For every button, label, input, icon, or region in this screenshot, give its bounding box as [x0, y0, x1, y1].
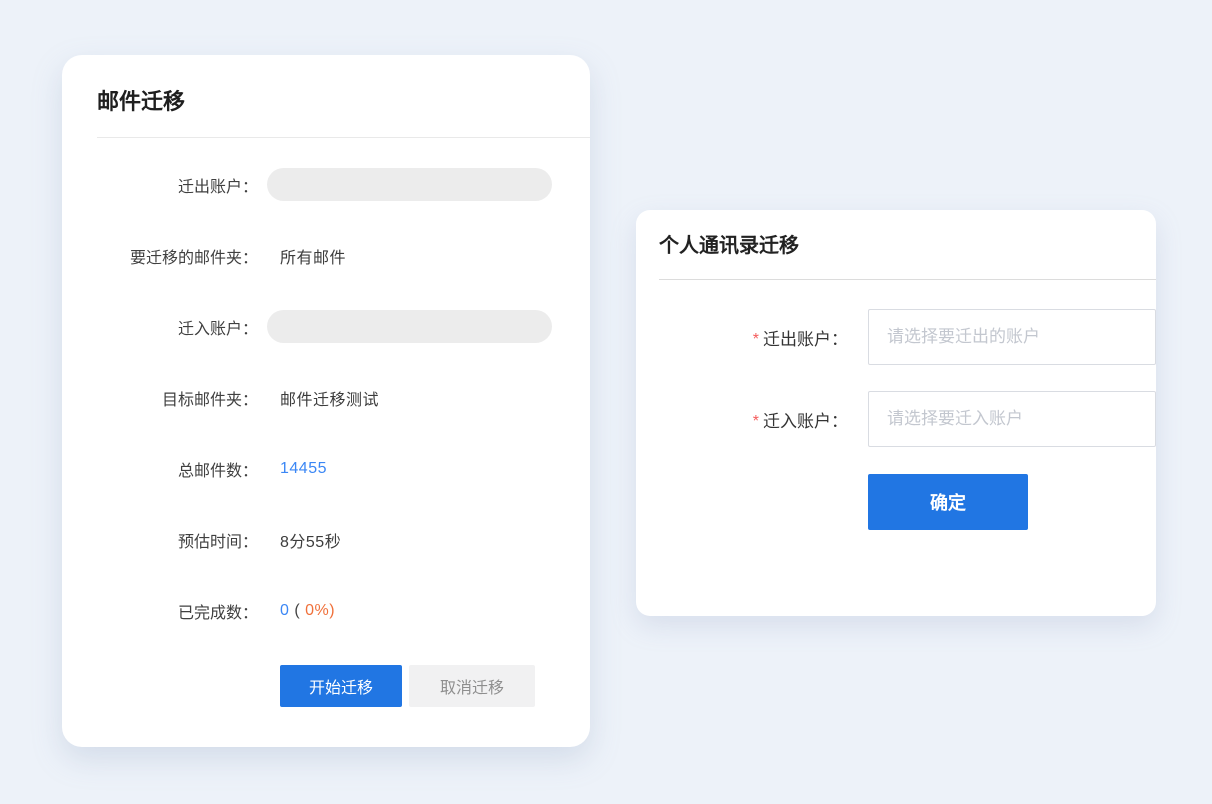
- mail-card-divider: [97, 137, 590, 138]
- total-mails-value: 14455: [280, 460, 327, 478]
- required-asterisk: *: [753, 413, 759, 430]
- contacts-target-account-input[interactable]: [868, 391, 1156, 447]
- completed-count-value: 0 ( 0%): [280, 602, 335, 620]
- row-source-account: 迁出账户：: [62, 168, 590, 201]
- row-contacts-target-account: *迁入账户：: [636, 391, 1156, 447]
- row-completed-count: 已完成数： 0 ( 0%): [62, 594, 590, 627]
- mail-migration-form: 迁出账户： 要迁移的邮件夹： 所有邮件 迁入账户： 目标邮件夹： 邮件迁移测试 …: [62, 168, 590, 707]
- source-account-value-pill: [267, 168, 552, 201]
- contacts-card-divider: [659, 279, 1156, 280]
- target-account-label: 迁入账户：: [62, 315, 258, 339]
- target-folder-value: 邮件迁移测试: [280, 386, 379, 410]
- contacts-migration-title: 个人通讯录迁移: [636, 210, 1156, 258]
- total-mails-label: 总邮件数：: [62, 457, 258, 481]
- contacts-target-account-label: *迁入账户：: [636, 407, 848, 432]
- contacts-source-account-label-text: 迁出账户：: [763, 330, 848, 349]
- completed-count-number: 0: [280, 602, 289, 619]
- row-contacts-source-account: *迁出账户：: [636, 309, 1156, 365]
- mail-migration-actions: 开始迁移 取消迁移: [280, 665, 590, 707]
- row-target-account: 迁入账户：: [62, 310, 590, 343]
- contacts-target-account-label-text: 迁入账户：: [763, 412, 848, 431]
- row-total-mails: 总邮件数： 14455: [62, 452, 590, 485]
- completed-percent: 0%): [300, 602, 335, 619]
- estimated-time-value: 8分55秒: [280, 528, 341, 552]
- target-folder-label: 目标邮件夹：: [62, 386, 258, 410]
- contacts-source-account-input[interactable]: [868, 309, 1156, 365]
- contacts-source-account-label: *迁出账户：: [636, 325, 848, 350]
- mail-migration-card: 邮件迁移 迁出账户： 要迁移的邮件夹： 所有邮件 迁入账户： 目标邮件夹： 邮件…: [62, 55, 590, 747]
- row-target-folder: 目标邮件夹： 邮件迁移测试: [62, 381, 590, 414]
- folders-value: 所有邮件: [280, 244, 346, 268]
- source-account-label: 迁出账户：: [62, 173, 258, 197]
- required-asterisk: *: [753, 331, 759, 348]
- confirm-button[interactable]: 确定: [868, 474, 1028, 530]
- estimated-time-label: 预估时间：: [62, 528, 258, 552]
- start-migration-button[interactable]: 开始迁移: [280, 665, 402, 707]
- mail-migration-title: 邮件迁移: [62, 55, 590, 114]
- target-account-value-pill: [267, 310, 552, 343]
- cancel-migration-button[interactable]: 取消迁移: [409, 665, 535, 707]
- contacts-migration-card: 个人通讯录迁移 *迁出账户： *迁入账户： 确定: [636, 210, 1156, 616]
- row-estimated-time: 预估时间： 8分55秒: [62, 523, 590, 556]
- folders-label: 要迁移的邮件夹：: [62, 244, 258, 268]
- row-folders-to-migrate: 要迁移的邮件夹： 所有邮件: [62, 239, 590, 272]
- completed-paren-open: (: [289, 602, 300, 619]
- completed-count-label: 已完成数：: [62, 599, 258, 623]
